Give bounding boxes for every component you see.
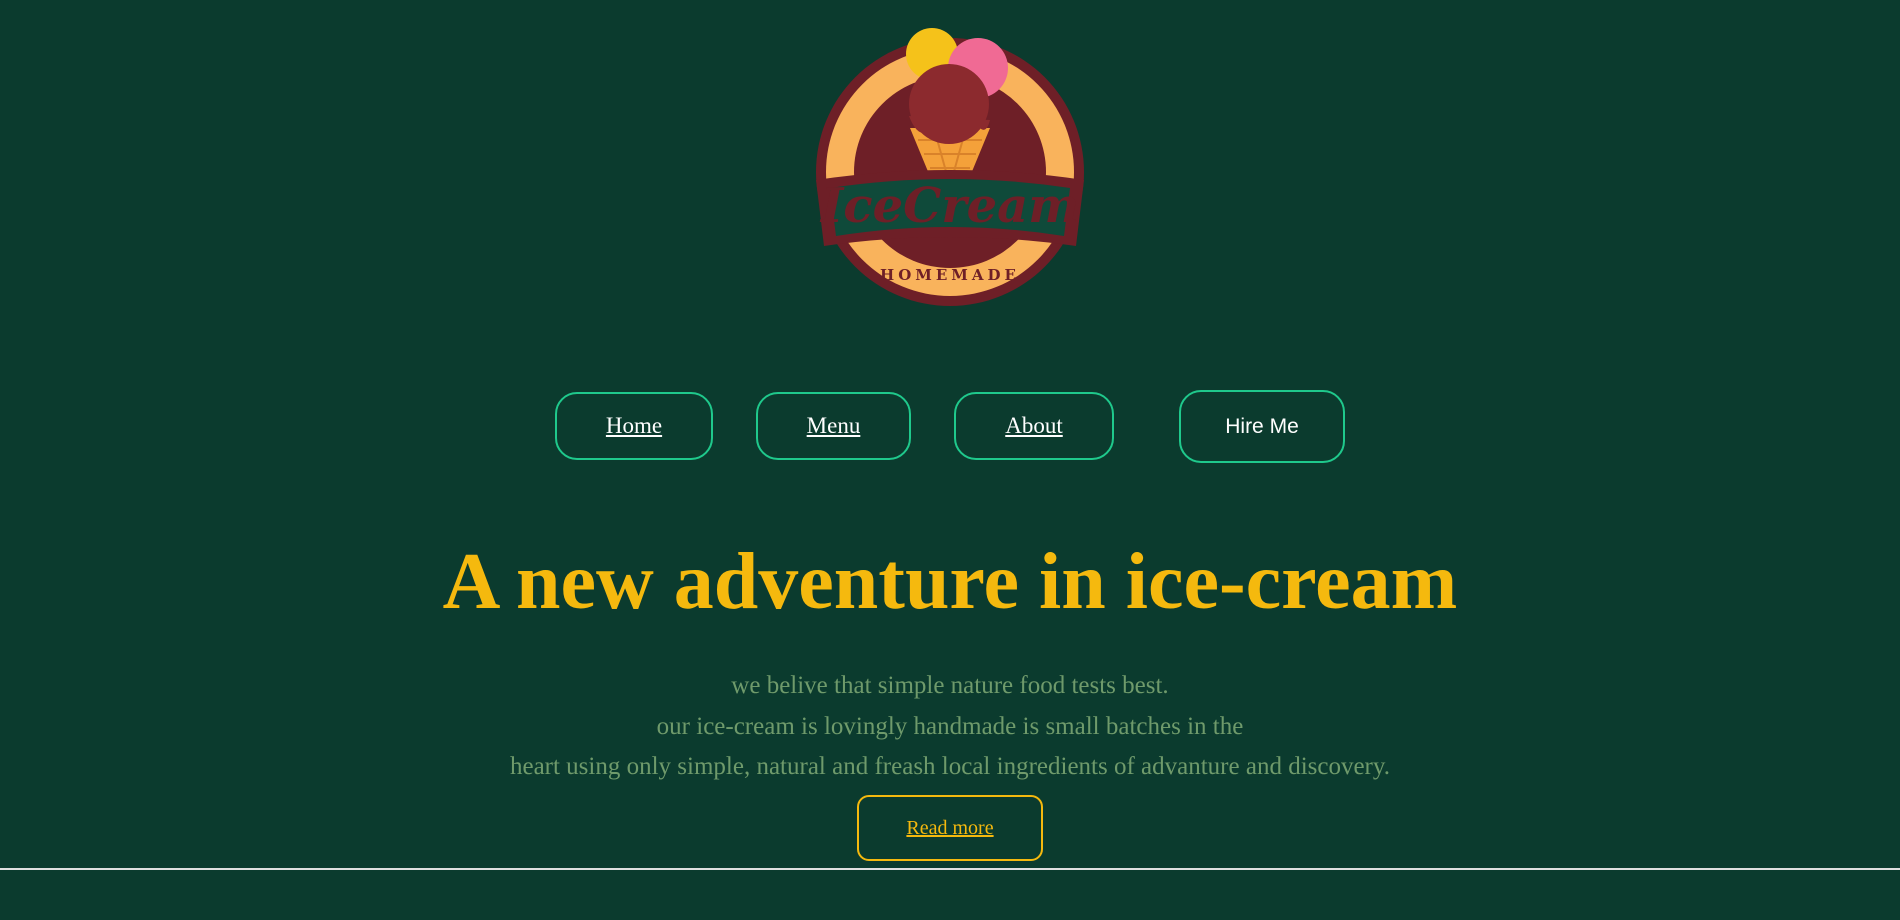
hero-description-line: we belive that simple nature food tests … [731,672,1169,699]
nav-about-button[interactable]: About [954,392,1114,460]
section-divider [0,868,1900,870]
hero-headline: A new adventure in ice-cream [442,538,1458,626]
hero-description-line: our ice-cream is lovingly handmade is sm… [656,712,1244,740]
nav-menu-button[interactable]: Menu [756,392,911,460]
logo-sub-text: HOMEMADE [880,266,1020,284]
hire-me-button[interactable]: Hire Me [1179,390,1345,463]
icecream-logo: IceCream HOMEMADE [808,24,1092,324]
logo-brand-text: IceCream [820,178,1080,234]
hero-description-line: heart using only simple, natural and fre… [509,753,1391,780]
read-more-button[interactable]: Read more [857,795,1043,861]
nav-home-button[interactable]: Home [555,392,713,460]
hero-description: we belive that simple nature food tests … [0,666,1900,788]
